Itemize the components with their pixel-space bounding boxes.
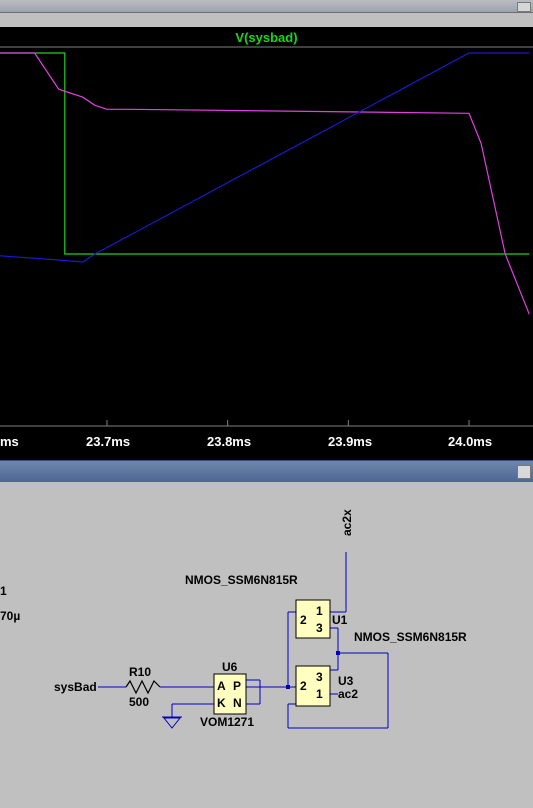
- schematic-titlebar: [0, 460, 533, 483]
- waveform-window: V(sysbad) ms 23.7ms 23.8ms 23.9ms 24.0ms: [0, 0, 533, 460]
- mosfet-pin: 1: [316, 604, 323, 618]
- x-tick-label: 23.8ms: [207, 434, 252, 449]
- mosfet-pin: 3: [316, 670, 323, 684]
- mosfet-u1-ref[interactable]: U1: [332, 613, 347, 627]
- trace-magenta: [0, 52, 530, 315]
- net-label-ac2[interactable]: ac2: [338, 687, 358, 701]
- window-control-button[interactable]: [517, 2, 531, 12]
- opto-model[interactable]: VOM1271: [200, 715, 254, 729]
- window-control-button[interactable]: [517, 465, 531, 479]
- mosfet-pin: 3: [316, 621, 323, 635]
- x-tick-label: 23.9ms: [328, 434, 373, 449]
- annotation-value: 70µ: [0, 609, 21, 623]
- annotation-value: 1: [0, 584, 7, 598]
- opto-pin: A: [217, 679, 226, 693]
- schematic-wires: [98, 552, 389, 729]
- mosfet-u3-model[interactable]: NMOS_SSM6N815R: [354, 630, 467, 644]
- mosfet-u1-model[interactable]: NMOS_SSM6N815R: [185, 573, 298, 587]
- opto-pin: P: [233, 679, 242, 693]
- waveform-titlebar: [0, 0, 533, 13]
- schematic-canvas[interactable]: 1 70µ sysBad R10 500 U6 VOM1271 A P K N …: [0, 482, 533, 808]
- x-tick-label: 23.7ms: [86, 434, 131, 449]
- resistor-ref[interactable]: R10: [129, 665, 151, 679]
- opto-pin: K: [217, 696, 226, 710]
- opto-ref[interactable]: U6: [222, 660, 237, 674]
- trace-sysbad: [0, 52, 530, 255]
- net-label-ac2x[interactable]: ac2x: [340, 509, 354, 536]
- waveform-plot: [0, 46, 533, 427]
- x-tick-label: 24.0ms: [448, 434, 493, 449]
- resistor-value[interactable]: 500: [129, 695, 149, 709]
- trace-blue: [0, 52, 530, 263]
- mosfet-pin: 2: [300, 679, 307, 693]
- net-label-sysbad[interactable]: sysBad: [54, 680, 97, 694]
- opto-pin: N: [233, 696, 242, 710]
- mosfet-u3-ref[interactable]: U3: [338, 674, 353, 688]
- x-tick-label: ms: [0, 434, 19, 449]
- mosfet-pin: 2: [300, 613, 307, 627]
- mosfet-pin: 1: [316, 687, 323, 701]
